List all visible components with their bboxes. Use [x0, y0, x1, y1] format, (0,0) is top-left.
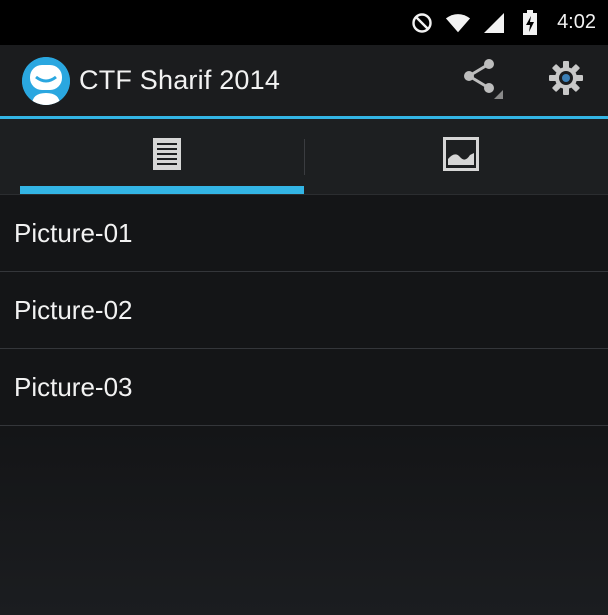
list-item-label: Picture-02 [14, 294, 133, 325]
wifi-icon [445, 10, 471, 36]
list-item[interactable]: Picture-01 [0, 195, 608, 272]
share-icon [459, 56, 505, 105]
list-item[interactable]: Picture-02 [0, 272, 608, 349]
do-not-disturb-icon [409, 10, 435, 36]
action-bar: CTF Sharif 2014 [0, 45, 608, 116]
tab-separator [304, 139, 305, 175]
status-bar: 4:02 [0, 0, 608, 45]
image-icon [443, 137, 479, 176]
document-list-icon [152, 137, 182, 176]
tab-bar [0, 119, 608, 195]
settings-gear-icon [548, 60, 584, 101]
picture-list: Picture-01 Picture-02 Picture-03 [0, 195, 608, 426]
tab-images[interactable] [314, 119, 608, 194]
app-title: CTF Sharif 2014 [79, 65, 281, 95]
tab-list[interactable] [20, 119, 314, 194]
list-item-label: Picture-03 [14, 371, 133, 402]
list-item-label: Picture-01 [14, 217, 133, 248]
status-time: 4:02 [557, 11, 596, 33]
share-button[interactable] [452, 51, 512, 111]
battery-charging-icon [517, 9, 543, 36]
selected-tab-indicator [20, 186, 304, 194]
list-item[interactable]: Picture-03 [0, 349, 608, 426]
settings-button[interactable] [536, 51, 596, 111]
cell-signal-icon [481, 10, 507, 36]
app-logo-icon[interactable] [22, 56, 70, 105]
app-screen: 4:02 CTF Sharif 2014 Picture-01 Picture-… [0, 0, 608, 615]
